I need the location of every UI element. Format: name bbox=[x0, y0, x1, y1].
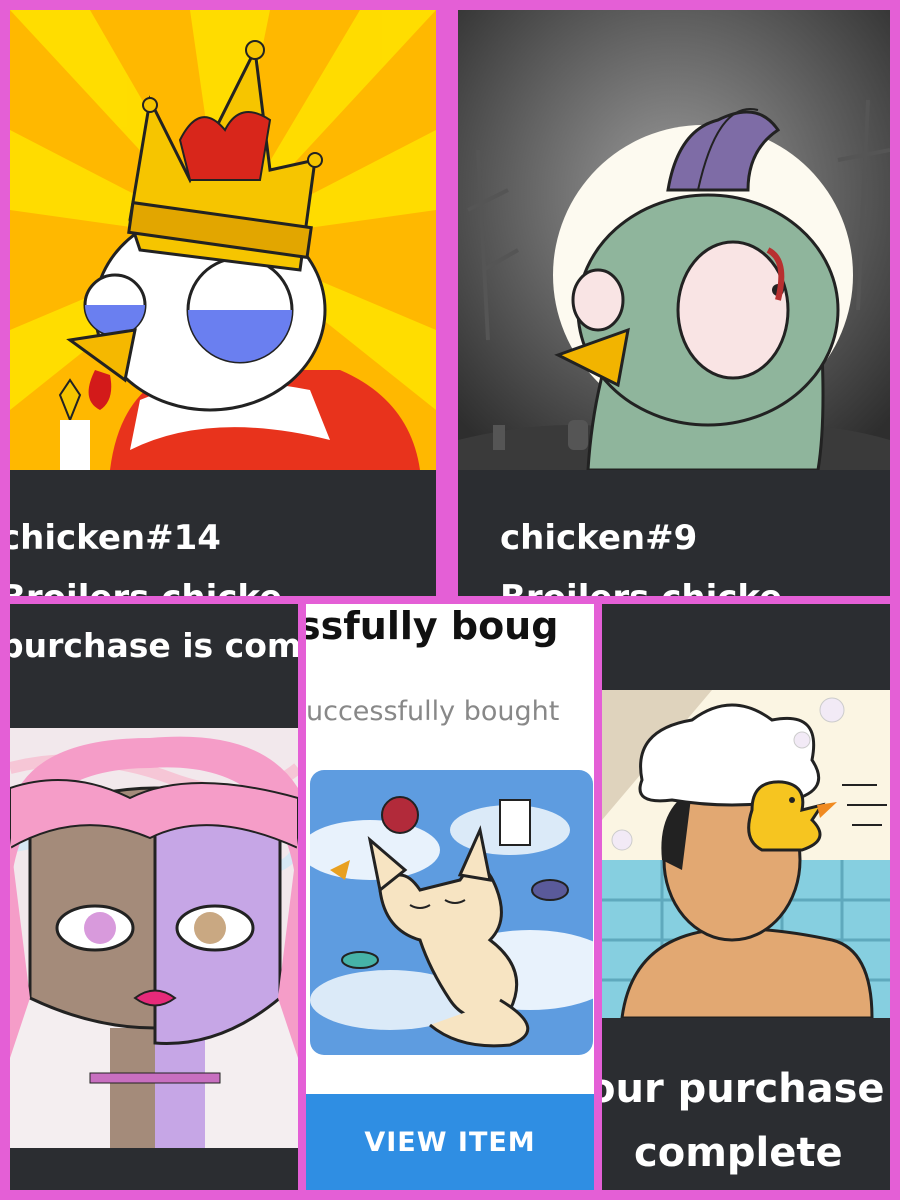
success-heading: ssfully boug bbox=[306, 604, 559, 648]
zombie-chicken-illustration bbox=[458, 10, 890, 470]
sleeping-cat-illustration bbox=[310, 770, 593, 1055]
view-item-button[interactable]: VIEW ITEM bbox=[306, 1094, 594, 1190]
pink-hair-girl-illustration bbox=[10, 728, 298, 1148]
success-subheading: uccessfully bought bbox=[306, 696, 560, 727]
king-chicken-illustration bbox=[10, 10, 436, 470]
nft-card-chicken-9[interactable]: chicken#9 Broilers chicke bbox=[458, 10, 890, 596]
purchase-card-cat: ssfully boug uccessfully bought VIEW ITE… bbox=[306, 604, 594, 1190]
shower-boy-duck-illustration bbox=[602, 690, 890, 1018]
purchase-complete-heading: our purchase bbox=[602, 1066, 885, 1112]
nft-card-chicken-14[interactable]: chicken#14 Broilers chicke bbox=[10, 10, 436, 596]
purchase-complete-heading-line2: complete bbox=[634, 1130, 843, 1176]
card-title: chicken#14 bbox=[10, 518, 221, 558]
purchase-card-girl: purchase is com bbox=[10, 604, 298, 1190]
purchase-card-boy: our purchase complete bbox=[602, 604, 890, 1190]
purchase-complete-heading: purchase is com bbox=[10, 626, 298, 665]
card-title: chicken#9 bbox=[500, 518, 698, 558]
card-subtitle: Broilers chicke bbox=[500, 578, 782, 596]
card-subtitle: Broilers chicke bbox=[10, 578, 282, 596]
